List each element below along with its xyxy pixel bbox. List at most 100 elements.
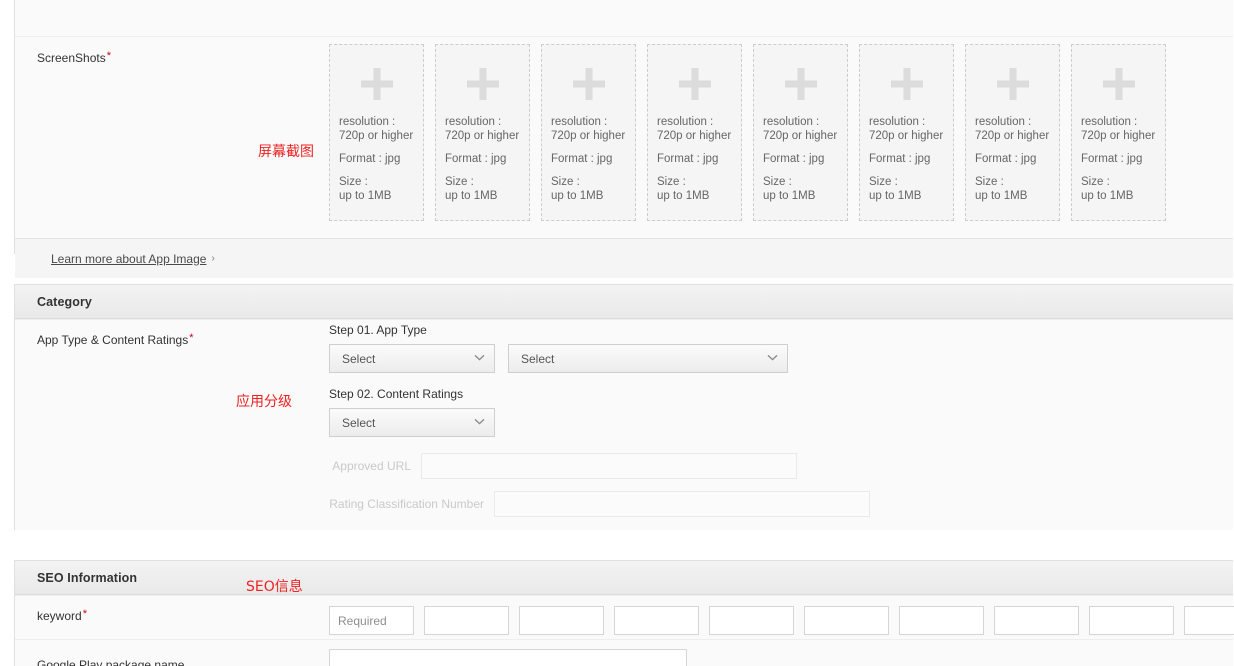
screenshot-upload-strip: resolution : 720p or higher Format : jpg… bbox=[329, 41, 1233, 221]
google-play-package-name-input[interactable] bbox=[329, 649, 687, 666]
size-value: up to 1MB bbox=[445, 190, 498, 202]
format-text: Format : jpg bbox=[657, 153, 719, 165]
app-image-section: Format : png ScreenShots* resolution : 7… bbox=[14, 0, 1233, 278]
keyword-input-4[interactable] bbox=[614, 606, 699, 635]
package-label-text: Google Play package name bbox=[37, 658, 185, 666]
learn-more-app-image-link[interactable]: Learn more about App Image bbox=[51, 252, 206, 266]
rating-classification-number-input[interactable] bbox=[494, 491, 870, 517]
keyword-row: keyword* bbox=[15, 595, 1234, 639]
chevron-down-icon bbox=[474, 417, 485, 428]
size-text: Size : up to 1MB bbox=[551, 175, 626, 203]
format-text: Format : jpg bbox=[339, 153, 401, 165]
app-type-select-primary[interactable]: Select bbox=[329, 344, 495, 373]
resolution-value: 720p or higher bbox=[1081, 130, 1156, 142]
screenshot-upload-box[interactable]: resolution : 720p or higher Format : jpg… bbox=[329, 44, 424, 221]
size-label: Size : bbox=[1081, 176, 1110, 188]
size-label: Size : bbox=[975, 176, 1004, 188]
app-type-select-secondary-value: Select bbox=[521, 351, 555, 366]
resolution-value: 720p or higher bbox=[763, 130, 838, 142]
resolution-label: resolution : bbox=[445, 116, 502, 128]
step-01-controls: Select Select bbox=[329, 344, 1233, 373]
format-text: Format : jpg bbox=[445, 153, 507, 165]
keyword-input-2[interactable] bbox=[424, 606, 509, 635]
size-text: Size : up to 1MB bbox=[869, 175, 944, 203]
plus-icon bbox=[763, 53, 838, 115]
keyword-input-8[interactable] bbox=[994, 606, 1079, 635]
app-type-label-text: App Type & Content Ratings bbox=[37, 333, 189, 347]
size-label: Size : bbox=[551, 176, 580, 188]
chevron-down-icon bbox=[474, 353, 485, 364]
category-section: Category App Type & Content Ratings* Ste… bbox=[14, 284, 1233, 530]
screenshots-field: resolution : 720p or higher Format : jpg… bbox=[329, 37, 1233, 238]
package-row-label: Google Play package name bbox=[15, 640, 329, 666]
keyword-input-3[interactable] bbox=[519, 606, 604, 635]
step-01-label: Step 01. App Type bbox=[329, 323, 427, 337]
resolution-value: 720p or higher bbox=[869, 130, 944, 142]
resolution-label: resolution : bbox=[339, 116, 396, 128]
resolution-text: resolution : 720p or higher bbox=[339, 115, 414, 143]
keyword-input-6[interactable] bbox=[804, 606, 889, 635]
plus-icon bbox=[551, 53, 626, 115]
keyword-input-7[interactable] bbox=[899, 606, 984, 635]
plus-icon bbox=[339, 53, 414, 115]
screenshot-upload-box[interactable]: resolution : 720p or higher Format : jpg… bbox=[965, 44, 1060, 221]
app-type-field: Step 01. App Type Select Select Step 02.… bbox=[329, 320, 1233, 530]
resolution-text: resolution : 720p or higher bbox=[445, 115, 520, 143]
approved-url-input[interactable] bbox=[421, 453, 797, 479]
resolution-text: resolution : 720p or higher bbox=[763, 115, 838, 143]
category-section-header: Category bbox=[15, 285, 1233, 319]
resolution-label: resolution : bbox=[975, 116, 1032, 128]
size-value: up to 1MB bbox=[763, 190, 816, 202]
format-text: Format : jpg bbox=[551, 153, 613, 165]
keyword-input-9[interactable] bbox=[1089, 606, 1174, 635]
size-text: Size : up to 1MB bbox=[339, 175, 414, 203]
keyword-input-5[interactable] bbox=[709, 606, 794, 635]
format-text: Format : jpg bbox=[975, 153, 1037, 165]
step-02-label: Step 02. Content Ratings bbox=[329, 387, 464, 401]
resolution-text: resolution : 720p or higher bbox=[1081, 115, 1156, 143]
size-value: up to 1MB bbox=[339, 190, 392, 202]
seo-section-title: SEO Information bbox=[37, 570, 138, 585]
size-value: up to 1MB bbox=[1081, 190, 1134, 202]
screenshot-upload-box[interactable]: resolution : 720p or higher Format : jpg… bbox=[859, 44, 954, 221]
screenshots-required-asterisk: * bbox=[106, 50, 111, 62]
app-type-select-primary-value: Select bbox=[342, 351, 376, 366]
app-type-row-label: App Type & Content Ratings* bbox=[15, 320, 329, 530]
size-label: Size : bbox=[445, 176, 474, 188]
screenshot-upload-box[interactable]: resolution : 720p or higher Format : jpg… bbox=[541, 44, 636, 221]
app-registration-form-page: Format : png ScreenShots* resolution : 7… bbox=[0, 0, 1234, 666]
size-text: Size : up to 1MB bbox=[1081, 175, 1156, 203]
size-value: up to 1MB bbox=[975, 190, 1028, 202]
size-value: up to 1MB bbox=[551, 190, 604, 202]
resolution-label: resolution : bbox=[551, 116, 608, 128]
app-type-select-secondary[interactable]: Select bbox=[508, 344, 788, 373]
approved-url-line: Approved URL bbox=[329, 453, 1233, 479]
screenshots-row-label: ScreenShots* bbox=[15, 37, 329, 238]
format-text: Format : jpg bbox=[763, 153, 825, 165]
learn-more-bar: Learn more about App Image › bbox=[15, 238, 1233, 278]
keyword-row-label: keyword* bbox=[15, 596, 329, 639]
approved-url-label: Approved URL bbox=[332, 459, 411, 473]
content-ratings-select-value: Select bbox=[342, 415, 376, 430]
screenshot-upload-box[interactable]: resolution : 720p or higher Format : jpg… bbox=[647, 44, 742, 221]
screenshot-upload-box[interactable]: resolution : 720p or higher Format : jpg… bbox=[753, 44, 848, 221]
resolution-value: 720p or higher bbox=[551, 130, 626, 142]
keyword-input-10[interactable] bbox=[1184, 606, 1234, 635]
keyword-label-text: keyword bbox=[37, 609, 82, 623]
screenshot-upload-box[interactable]: resolution : 720p or higher Format : jpg… bbox=[1071, 44, 1166, 221]
resolution-value: 720p or higher bbox=[657, 130, 732, 142]
plus-icon bbox=[869, 53, 944, 115]
resolution-label: resolution : bbox=[869, 116, 926, 128]
content-ratings-select[interactable]: Select bbox=[329, 408, 495, 437]
app-type-required-asterisk: * bbox=[189, 332, 194, 344]
screenshots-label-text: ScreenShots bbox=[37, 51, 106, 65]
resolution-value: 720p or higher bbox=[975, 130, 1050, 142]
resolution-value: 720p or higher bbox=[445, 130, 520, 142]
category-section-title: Category bbox=[37, 294, 92, 309]
screenshot-upload-box[interactable]: resolution : 720p or higher Format : jpg… bbox=[435, 44, 530, 221]
plus-icon bbox=[1081, 53, 1156, 115]
step-02-controls: Select bbox=[329, 408, 1233, 437]
keyword-input-1[interactable] bbox=[329, 606, 414, 635]
size-text: Size : up to 1MB bbox=[657, 175, 732, 203]
size-text: Size : up to 1MB bbox=[763, 175, 838, 203]
